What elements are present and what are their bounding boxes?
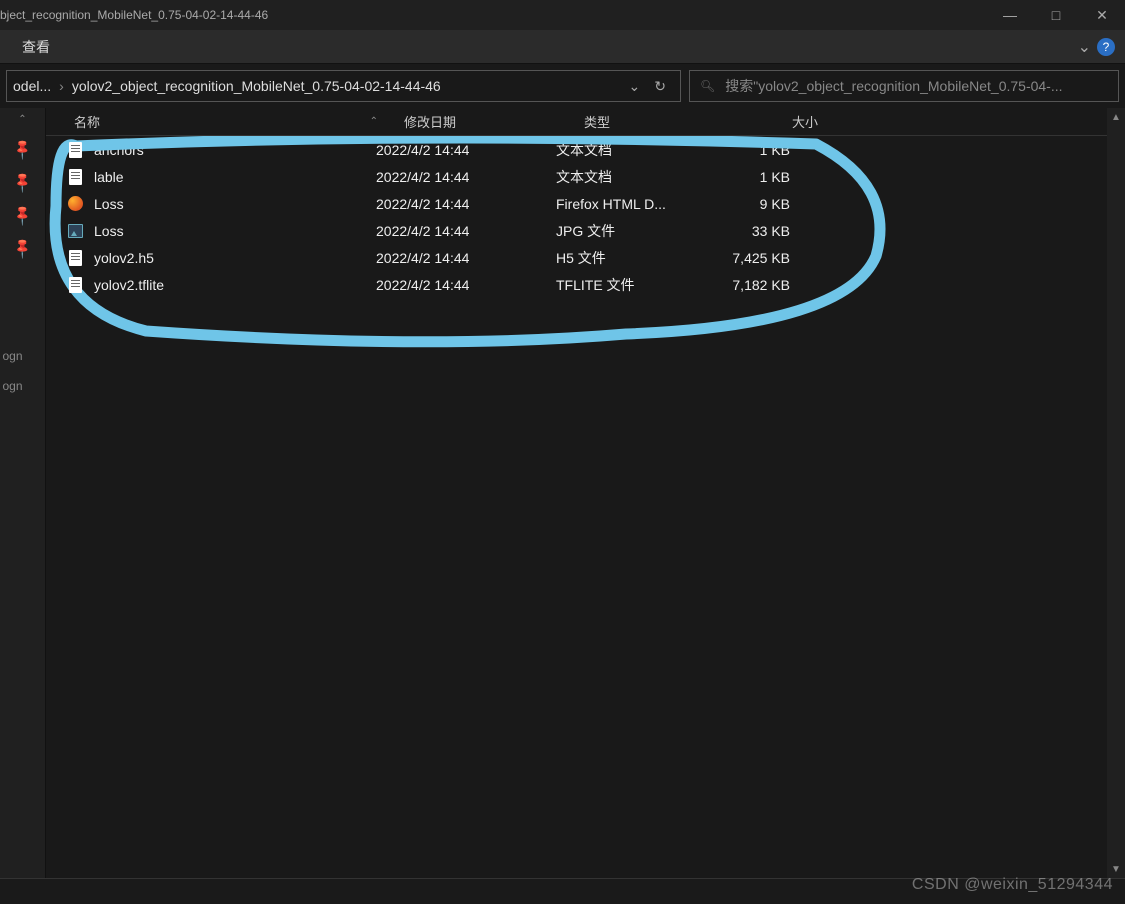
column-header-size[interactable]: 大小 [726, 112, 826, 131]
pin-icon[interactable]: 📌 [10, 236, 34, 260]
file-size: 7,425 KB [698, 250, 798, 266]
pin-icon[interactable]: 📌 [10, 203, 34, 227]
file-name: anchors [94, 142, 144, 158]
file-name: lable [94, 169, 124, 185]
search-input[interactable] [725, 78, 1108, 94]
document-icon [66, 276, 84, 294]
sidebar-item-label[interactable]: ogn [3, 349, 43, 363]
image-icon [66, 222, 84, 240]
file-date: 2022/4/2 14:44 [368, 223, 548, 239]
minimize-button[interactable]: — [987, 0, 1033, 30]
file-name: Loss [94, 196, 124, 212]
firefox-icon [66, 195, 84, 213]
column-header-name[interactable]: 名称 ⌃ [66, 112, 396, 131]
file-type: 文本文档 [548, 167, 698, 187]
file-size: 1 KB [698, 142, 798, 158]
explorer-window: bject_recognition_MobileNet_0.75-04-02-1… [0, 0, 1125, 904]
column-header-date[interactable]: 修改日期 [396, 112, 576, 131]
search-box[interactable]: 🔍︎ [689, 70, 1119, 102]
file-name: yolov2.h5 [94, 250, 154, 266]
scroll-up-icon[interactable]: ▲ [1107, 108, 1125, 126]
file-type: TFLITE 文件 [548, 275, 698, 295]
close-button[interactable]: ✕ [1079, 0, 1125, 30]
file-name: yolov2.tflite [94, 277, 164, 293]
menu-bar: 查看 ⌄ ? [0, 30, 1125, 64]
chevron-right-icon: › [59, 78, 64, 94]
file-size: 9 KB [698, 196, 798, 212]
document-icon [66, 249, 84, 267]
file-row[interactable]: yolov2.tflite 2022/4/2 14:44TFLITE 文件7,18… [46, 271, 1107, 298]
breadcrumb-segment[interactable]: yolov2_object_recognition_MobileNet_0.75… [72, 78, 441, 94]
file-size: 7,182 KB [698, 277, 798, 293]
help-icon[interactable]: ? [1097, 38, 1115, 56]
pin-icon[interactable]: 📌 [10, 137, 34, 161]
window-title: bject_recognition_MobileNet_0.75-04-02-1… [0, 8, 268, 22]
refresh-icon[interactable]: ↻ [654, 78, 666, 95]
menu-view[interactable]: 查看 [10, 31, 62, 63]
file-date: 2022/4/2 14:44 [368, 250, 548, 266]
sidebar-item-label[interactable]: ogn [3, 379, 43, 393]
pin-icon[interactable]: 📌 [10, 170, 34, 194]
file-size: 1 KB [698, 169, 798, 185]
address-bar[interactable]: odel... › yolov2_object_recognition_Mobi… [6, 70, 681, 102]
scroll-down-icon[interactable]: ▼ [1107, 860, 1125, 878]
nav-pane[interactable]: ⌃ 📌 📌 📌 📌 ogn ogn [0, 108, 46, 878]
file-type: Firefox HTML D... [548, 196, 698, 212]
vertical-scrollbar[interactable]: ▲ ▼ [1107, 108, 1125, 878]
file-list[interactable]: anchors2022/4/2 14:44文本文档1 KBlable2022/4… [46, 136, 1107, 878]
file-name: Loss [94, 223, 124, 239]
file-type: H5 文件 [548, 248, 698, 268]
navigation-row: odel... › yolov2_object_recognition_Mobi… [0, 64, 1125, 108]
file-type: JPG 文件 [548, 221, 698, 241]
document-icon [66, 141, 84, 159]
file-size: 33 KB [698, 223, 798, 239]
file-date: 2022/4/2 14:44 [368, 277, 548, 293]
breadcrumb-segment[interactable]: odel... [13, 78, 51, 94]
file-date: 2022/4/2 14:44 [368, 196, 548, 212]
chevron-up-icon[interactable]: ⌃ [18, 114, 26, 125]
ribbon-toggle-icon[interactable]: ⌄ [1078, 37, 1091, 57]
title-bar[interactable]: bject_recognition_MobileNet_0.75-04-02-1… [0, 0, 1125, 30]
file-row[interactable]: yolov2.h5 2022/4/2 14:44H5 文件7,425 KB [46, 244, 1107, 271]
sort-indicator-icon: ⌃ [370, 116, 388, 127]
maximize-button[interactable]: □ [1033, 0, 1079, 30]
column-header-type[interactable]: 类型 [576, 112, 726, 131]
document-icon [66, 168, 84, 186]
column-headers: 名称 ⌃ 修改日期 类型 大小 [46, 108, 1107, 136]
content-pane: 名称 ⌃ 修改日期 类型 大小 anchors2022/4/2 14:44文本文… [46, 108, 1107, 878]
file-type: 文本文档 [548, 140, 698, 160]
search-icon: 🔍︎ [700, 79, 715, 93]
file-row[interactable]: Loss 2022/4/2 14:44Firefox HTML D...9 KB [46, 190, 1107, 217]
file-row[interactable]: Loss 2022/4/2 14:44JPG 文件33 KB [46, 217, 1107, 244]
status-bar [0, 878, 1125, 904]
file-date: 2022/4/2 14:44 [368, 142, 548, 158]
file-row[interactable]: lable 2022/4/2 14:44文本文档1 KB [46, 163, 1107, 190]
file-date: 2022/4/2 14:44 [368, 169, 548, 185]
file-row[interactable]: anchors 2022/4/2 14:44文本文档1 KB [46, 136, 1107, 163]
address-dropdown-icon[interactable]: ⌄ [629, 78, 641, 95]
